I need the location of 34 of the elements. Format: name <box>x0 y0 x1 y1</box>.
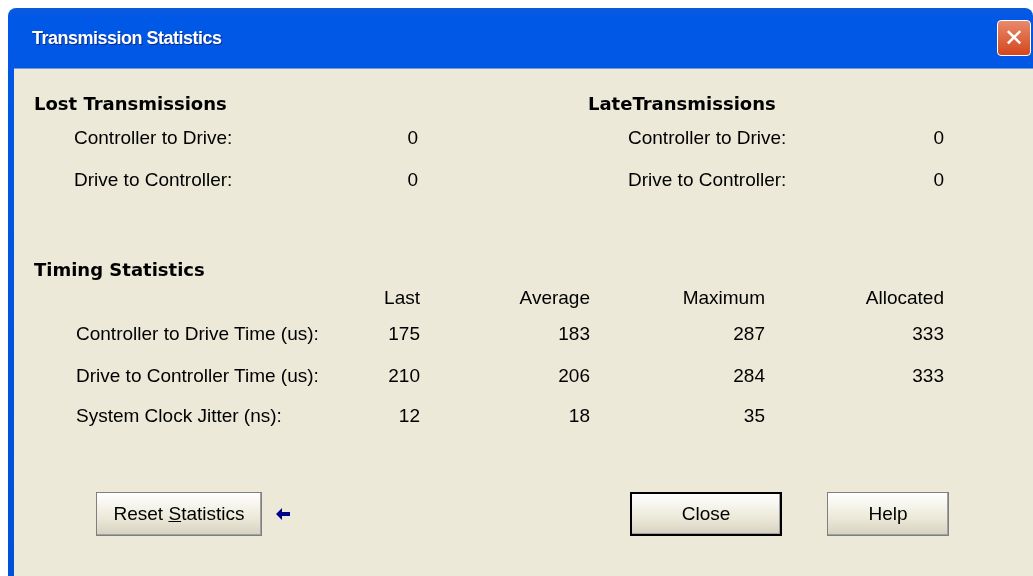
close-button[interactable]: Close <box>630 492 782 536</box>
table-cell-text: 12 <box>397 404 420 427</box>
stat-label: Drive to Controller: <box>628 169 788 191</box>
row-label: System Clock Jitter (ns): <box>76 404 283 427</box>
column-header: Allocated <box>864 287 944 309</box>
column-header: Maximum <box>681 287 765 309</box>
column-header: Average <box>518 287 590 309</box>
row-label: Controller to Drive Time (us): <box>76 323 320 345</box>
table-cell-text: 333 <box>911 365 944 387</box>
table-cell-text: 175 <box>387 323 420 345</box>
table-cell-text: 183 <box>557 323 590 345</box>
table-cell-text: 284 <box>732 365 765 387</box>
table-cell-text: 18 <box>567 404 590 427</box>
stat-value: 0 <box>406 169 418 191</box>
row-label: Drive to Controller Time (us): <box>76 365 320 387</box>
table-cell-text: 206 <box>557 365 590 387</box>
stat-value: 0 <box>406 127 418 149</box>
reset-button[interactable]: Reset Statistics <box>96 492 262 536</box>
table-cell-text: 210 <box>387 365 420 387</box>
stat-value: 0 <box>932 127 944 149</box>
stat-value: 0 <box>932 169 944 191</box>
window-title: Transmission Statistics <box>32 27 222 49</box>
table-cell-text: 35 <box>742 404 765 427</box>
section-heading: Timing Statistics <box>34 258 206 282</box>
help-button[interactable]: Help <box>827 492 949 536</box>
table-cell-text: 287 <box>732 323 765 345</box>
section-heading: Lost Transmissions <box>34 92 228 116</box>
column-header: Last <box>383 287 420 309</box>
stat-label: Controller to Drive: <box>628 127 788 149</box>
table-cell-text: 333 <box>911 323 944 345</box>
stat-label: Controller to Drive: <box>74 127 234 149</box>
section-heading: LateTransmissions <box>588 92 777 116</box>
stat-label: Drive to Controller: <box>74 169 234 191</box>
arrow-left-icon <box>276 508 290 520</box>
